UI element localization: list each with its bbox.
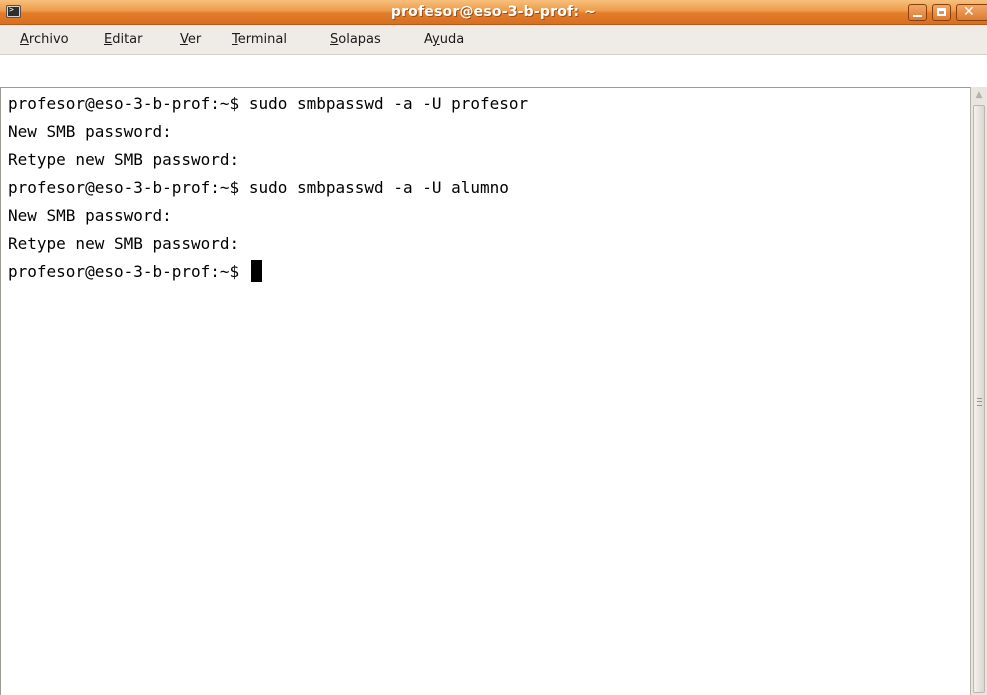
terminal-line: New SMB password: <box>8 122 172 141</box>
minimize-icon <box>913 15 922 17</box>
vertical-scrollbar[interactable]: ▲ <box>970 87 987 695</box>
terminal-line: New SMB password: <box>8 206 172 225</box>
window-title: profesor@eso-3-b-prof: ~ <box>390 4 597 20</box>
terminal-line: Retype new SMB password: <box>8 150 240 169</box>
close-button[interactable]: ✕ <box>956 4 987 21</box>
maximize-button[interactable] <box>932 4 951 21</box>
menu-bar: Archivo Editar Ver Terminal Solapas Ayud… <box>0 25 987 55</box>
terminal-prompt: profesor@eso-3-b-prof:~$ <box>8 262 249 281</box>
menu-solapas[interactable]: Solapas <box>328 25 383 54</box>
terminal-output[interactable]: profesor@eso-3-b-prof:~$ sudo smbpasswd … <box>0 90 960 286</box>
scrollbar-thumb[interactable] <box>973 105 985 693</box>
title-bar[interactable]: profesor@eso-3-b-prof: ~ ✕ <box>0 0 987 25</box>
scroll-up-arrow-icon[interactable]: ▲ <box>971 87 987 103</box>
terminal-line: profesor@eso-3-b-prof:~$ sudo smbpasswd … <box>8 178 509 197</box>
terminal-prompt-line[interactable]: profesor@eso-3-b-prof:~$ <box>0 258 960 286</box>
menu-ver[interactable]: Ver <box>178 25 203 54</box>
minimize-button[interactable] <box>908 4 927 21</box>
maximize-icon <box>937 8 946 16</box>
menu-archivo[interactable]: Archivo <box>18 25 71 54</box>
terminal-line: profesor@eso-3-b-prof:~$ sudo smbpasswd … <box>8 94 529 113</box>
grip-icon <box>977 398 982 406</box>
terminal-window: profesor@eso-3-b-prof: ~ ✕ Archivo Edita… <box>0 0 987 695</box>
terminal-line: Retype new SMB password: <box>8 234 240 253</box>
menu-editar[interactable]: Editar <box>102 25 145 54</box>
close-icon: ✕ <box>963 4 975 20</box>
text-cursor <box>250 260 262 282</box>
menu-terminal[interactable]: Terminal <box>230 25 289 54</box>
menu-ayuda[interactable]: Ayuda <box>422 25 466 54</box>
terminal-top-area <box>0 55 987 87</box>
